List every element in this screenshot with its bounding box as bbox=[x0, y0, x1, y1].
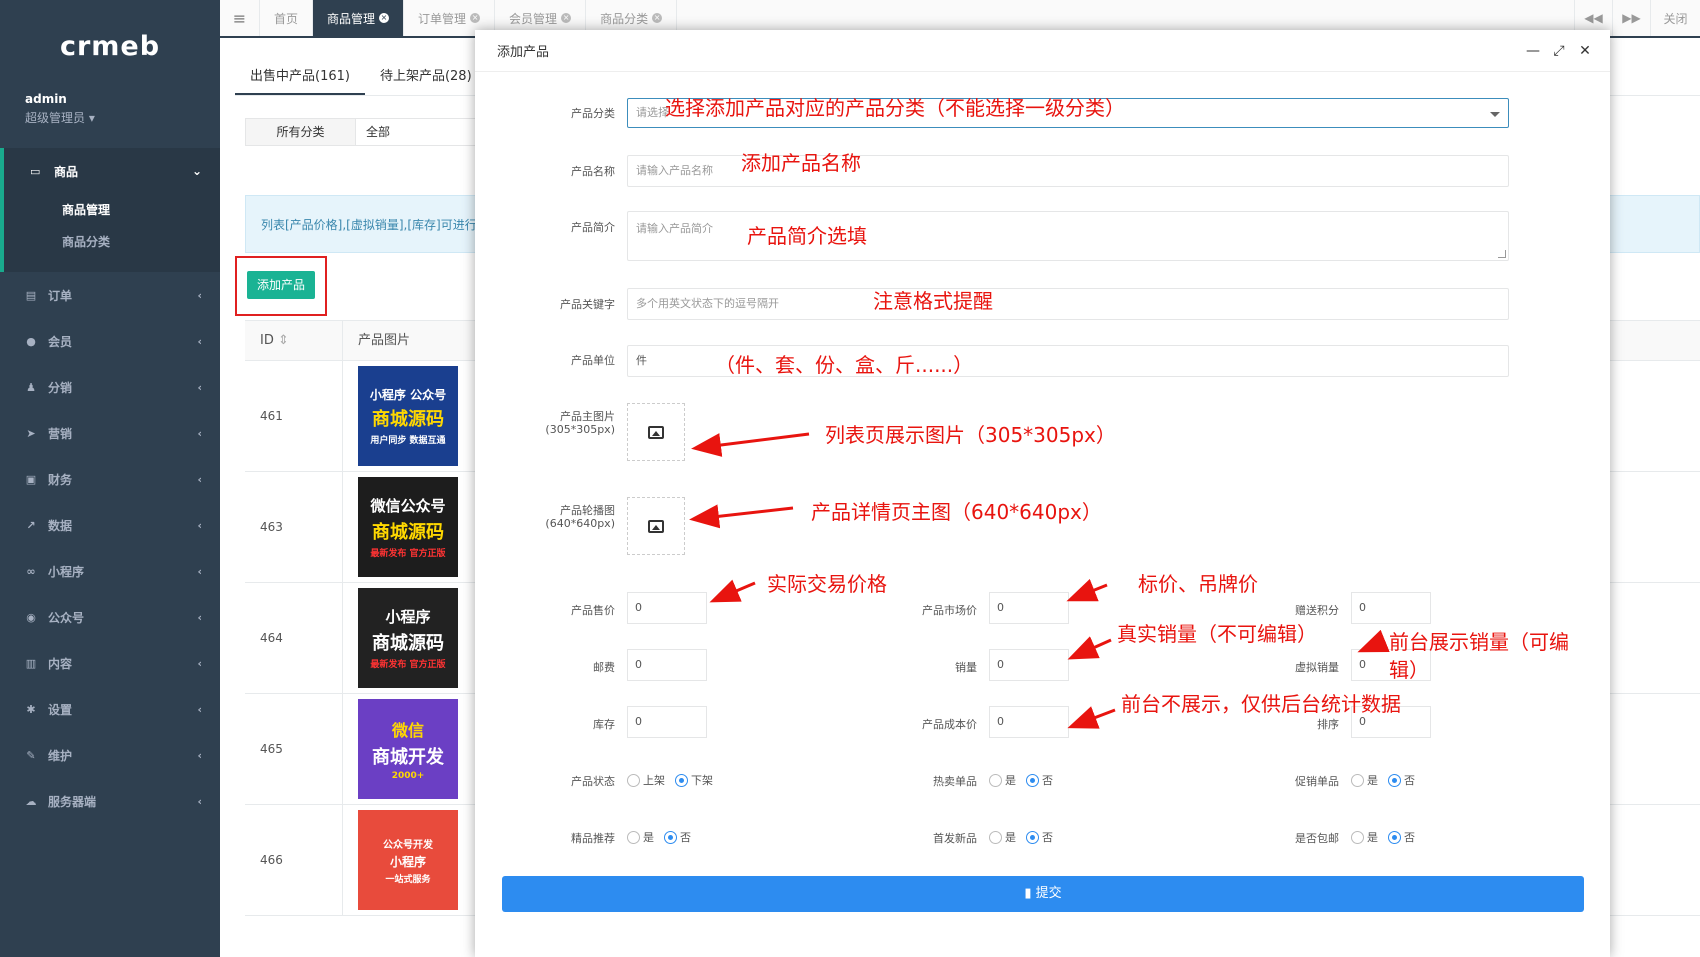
close-tabs-button[interactable]: 关闭 bbox=[1650, 0, 1700, 36]
chevron-down-icon: ⌄ bbox=[191, 164, 202, 178]
nav-item-goods[interactable]: ▭ 商品 ⌄ bbox=[4, 148, 220, 194]
nav-sub-goods-category[interactable]: 商品分类 bbox=[4, 226, 220, 258]
nav-item-content[interactable]: ▥ 内容 ‹ bbox=[0, 640, 220, 686]
close-icon[interactable]: × bbox=[470, 13, 481, 23]
cloud-icon: ☁ bbox=[25, 794, 37, 808]
nav-group-goods: ▭ 商品 ⌄ 商品管理 商品分类 bbox=[0, 148, 220, 272]
chevron-left-icon: ‹ bbox=[197, 288, 202, 302]
tab-home[interactable]: 首页 bbox=[260, 0, 314, 36]
logo: crmeb bbox=[59, 30, 161, 62]
book-icon: ▥ bbox=[25, 656, 37, 670]
product-thumbnail[interactable]: 微信公众号 商城源码 最新发布 官方正版 bbox=[358, 477, 458, 577]
nav-item-official-account[interactable]: ◉ 公众号 ‹ bbox=[0, 594, 220, 640]
category-filter: 所有分类 全部 bbox=[245, 118, 497, 146]
chevron-left-icon: ‹ bbox=[197, 748, 202, 762]
nav-item-finance[interactable]: ▣ 财务 ‹ bbox=[0, 456, 220, 502]
wrench-icon: ✎ bbox=[26, 748, 36, 762]
wechat-icon: ◉ bbox=[26, 610, 36, 624]
row-id: 466 bbox=[245, 805, 343, 915]
nav-item-server[interactable]: ☁ 服务器端 ‹ bbox=[0, 778, 220, 824]
close-icon[interactable]: × bbox=[561, 13, 572, 23]
nav-sub-goods-manage[interactable]: 商品管理 bbox=[4, 194, 220, 226]
filter-label: 所有分类 bbox=[246, 119, 356, 145]
chevron-left-icon: ‹ bbox=[197, 518, 202, 532]
user-profile[interactable]: admin 超级管理员 ▾ bbox=[0, 92, 220, 148]
nav-item-miniprogram[interactable]: ∞ 小程序 ‹ bbox=[0, 548, 220, 594]
chevron-left-icon: ‹ bbox=[197, 380, 202, 394]
col-id[interactable]: ID ⇕ bbox=[245, 321, 343, 360]
sort-icon[interactable]: ⇕ bbox=[278, 333, 289, 348]
row-id: 465 bbox=[245, 694, 343, 804]
nav-item-marketing[interactable]: ➤ 营销 ‹ bbox=[0, 410, 220, 456]
close-icon[interactable]: × bbox=[652, 13, 663, 23]
chevron-left-icon: ‹ bbox=[197, 564, 202, 578]
row-id: 463 bbox=[245, 472, 343, 582]
row-id: 461 bbox=[245, 361, 343, 471]
chevron-left-icon: ‹ bbox=[197, 334, 202, 348]
tab-on-sale[interactable]: 出售中产品(161) bbox=[235, 58, 365, 95]
nav-item-members[interactable]: ● 会员 ‹ bbox=[0, 318, 220, 364]
gear-icon: ✱ bbox=[26, 702, 36, 716]
user-role[interactable]: 超级管理员 ▾ bbox=[25, 109, 220, 126]
list-icon: ▤ bbox=[25, 288, 37, 302]
tab-pending[interactable]: 待上架产品(28) bbox=[365, 58, 487, 95]
chevron-left-icon: ‹ bbox=[197, 794, 202, 808]
chevron-left-icon: ‹ bbox=[197, 610, 202, 624]
money-icon: ▣ bbox=[25, 472, 37, 486]
nav-item-data[interactable]: ↗ 数据 ‹ bbox=[0, 502, 220, 548]
product-thumbnail[interactable]: 小程序 商城源码 最新发布 官方正版 bbox=[358, 588, 458, 688]
product-thumbnail[interactable]: 小程序 公众号 商城源码 用户同步 数据互通 bbox=[358, 366, 458, 466]
user-icon: ● bbox=[26, 334, 36, 348]
sidebar: crmeb admin 超级管理员 ▾ ▭ 商品 ⌄ 商品管理 商品分类 ▤ 订单… bbox=[0, 0, 220, 957]
annotation-arrows bbox=[689, 432, 1390, 729]
chevron-left-icon: ‹ bbox=[197, 426, 202, 440]
scroll-right-icon[interactable]: ▶▶ bbox=[1612, 0, 1650, 36]
monitor-icon: ▭ bbox=[30, 164, 41, 178]
link-icon: ∞ bbox=[26, 564, 36, 578]
add-product-button[interactable]: 添加产品 bbox=[247, 271, 315, 299]
row-id: 464 bbox=[245, 583, 343, 693]
menu-toggle-icon[interactable]: ≡ bbox=[220, 0, 260, 36]
tab-goods-manage[interactable]: 商品管理 × bbox=[313, 0, 405, 36]
users-icon: ♟ bbox=[26, 380, 36, 394]
nav-item-maintain[interactable]: ✎ 维护 ‹ bbox=[0, 732, 220, 778]
nav-item-settings[interactable]: ✱ 设置 ‹ bbox=[0, 686, 220, 732]
add-product-modal: 添加产品 — ⤢ ✕ 产品分类 请选择 产品名称 请输入产品名称 产品简介 请输… bbox=[475, 30, 1610, 957]
nav-item-distribution[interactable]: ♟ 分销 ‹ bbox=[0, 364, 220, 410]
col-image: 产品图片 bbox=[358, 333, 411, 348]
chevron-left-icon: ‹ bbox=[197, 702, 202, 716]
highlight-box: 添加产品 bbox=[235, 256, 327, 316]
chart-icon: ↗ bbox=[26, 518, 36, 532]
nav-item-orders[interactable]: ▤ 订单 ‹ bbox=[0, 272, 220, 318]
send-icon: ➤ bbox=[26, 426, 36, 440]
close-icon[interactable]: × bbox=[379, 13, 390, 23]
chevron-left-icon: ‹ bbox=[197, 472, 202, 486]
product-thumbnail[interactable]: 公众号开发 小程序 一站式服务 bbox=[358, 810, 458, 910]
chevron-left-icon: ‹ bbox=[197, 656, 202, 670]
user-name: admin bbox=[25, 92, 67, 106]
product-thumbnail[interactable]: 微信 商城开发 2000+ bbox=[358, 699, 458, 799]
